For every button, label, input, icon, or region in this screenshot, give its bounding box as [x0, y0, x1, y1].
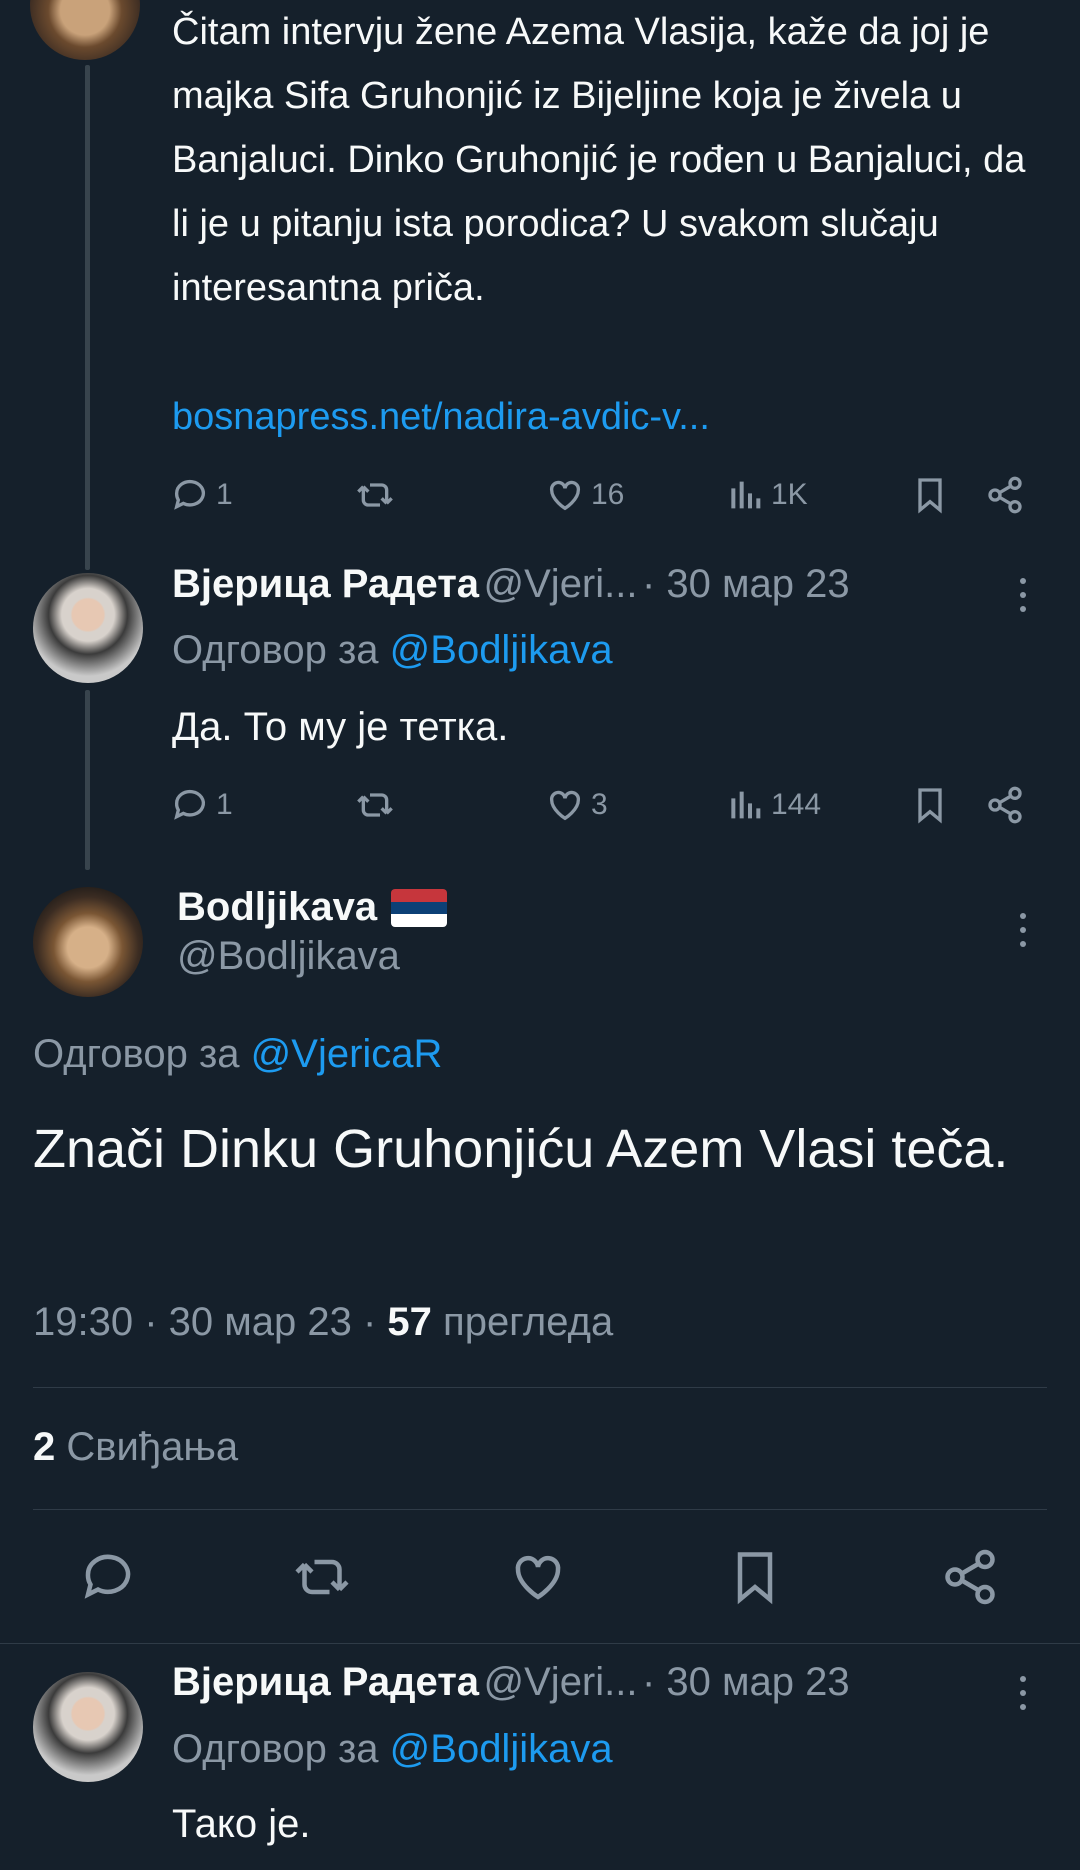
like-count: 3	[591, 788, 608, 821]
reply-prefix: Одговор за	[33, 1032, 240, 1076]
tweet-time[interactable]: 19:30 · 30 мар 23 ·	[33, 1300, 376, 1344]
retweet-icon	[357, 793, 393, 817]
avatar-vjerica[interactable]	[33, 1672, 143, 1782]
views-label: прегледа	[443, 1300, 614, 1344]
likes-summary[interactable]: 2 Свиђања	[33, 1425, 238, 1470]
reply-count: 1	[216, 788, 233, 821]
thread-line	[85, 65, 90, 570]
divider	[33, 1387, 1047, 1388]
author-block: Bodljikava @Bodljikava	[177, 885, 448, 979]
reply-prefix: Одговор за	[172, 1727, 379, 1771]
heart-icon	[549, 790, 581, 821]
more-options-button[interactable]	[1018, 578, 1028, 618]
reply-mention[interactable]: @VjericaR	[251, 1032, 443, 1076]
tweet-actions: 1 3 144	[170, 775, 1040, 835]
timestamp[interactable]: · 30 мар 23	[642, 562, 850, 606]
reply-mention[interactable]: @Bodljikava	[390, 1727, 613, 1771]
bookmark-button[interactable]	[725, 1547, 785, 1607]
handle[interactable]: @Vjeri...	[484, 1660, 638, 1704]
reply-button[interactable]: 1	[170, 775, 233, 835]
like-button[interactable]: 3	[545, 775, 608, 835]
reply-count: 1	[216, 478, 233, 511]
avatar-vjerica[interactable]	[33, 573, 143, 683]
reply-mention[interactable]: @Bodljikava	[390, 628, 613, 672]
retweet-button[interactable]	[355, 465, 395, 525]
bookmark-icon	[737, 1552, 773, 1605]
divider	[33, 1509, 1047, 1510]
reply-icon	[84, 1554, 131, 1599]
views-button[interactable]: 1K	[725, 465, 808, 525]
avatar-bodljikava-top[interactable]	[30, 0, 140, 60]
display-name[interactable]: Вјерица Радета	[172, 1660, 479, 1704]
views-count: 1K	[771, 478, 808, 511]
share-icon	[988, 476, 1022, 514]
retweet-button[interactable]	[292, 1547, 352, 1607]
reply-prefix: Одговор за	[172, 628, 379, 672]
likes-number: 2	[33, 1425, 56, 1469]
share-button[interactable]	[940, 1547, 1000, 1607]
views-button[interactable]: 144	[725, 775, 821, 835]
share-icon	[945, 1549, 995, 1605]
views-icon	[731, 791, 761, 819]
share-icon	[988, 786, 1022, 824]
tweet-actions: 1 16 1K	[170, 465, 1040, 525]
bookmark-icon	[918, 478, 942, 514]
like-button[interactable]	[508, 1547, 568, 1607]
views-icon	[731, 481, 761, 509]
bookmark-button[interactable]	[910, 465, 950, 525]
views-number: 57	[387, 1300, 432, 1344]
reply-context: Одговор за @Bodljikava	[172, 628, 613, 673]
bookmark-button[interactable]	[910, 775, 950, 835]
tweet-link[interactable]: bosnapress.net/nadira-avdic-v...	[172, 385, 710, 449]
display-name[interactable]: Вјерица Радета	[172, 562, 479, 606]
avatar-bodljikava[interactable]	[33, 887, 143, 997]
reply-icon	[174, 479, 205, 510]
reply-context: Одговор за @VjericaR	[33, 1032, 442, 1077]
tweet-meta: 19:30 · 30 мар 23 · 57 прегледа	[33, 1300, 613, 1345]
tweet-text: Да. То му је тетка.	[172, 705, 509, 749]
retweet-icon	[357, 483, 393, 507]
main-tweet-text: Znači Dinku Gruhonjiću Azem Vlasi teča.	[33, 1119, 1009, 1179]
tweet-text: Тако је.	[172, 1802, 311, 1846]
views-count: 144	[771, 788, 822, 821]
reply-context: Одговор за @Bodljikava	[172, 1727, 613, 1772]
serbia-flag-icon	[391, 888, 448, 927]
tweet-header: Вјерица Радета @Vjeri... · 30 мар 23	[172, 1660, 1052, 1720]
reply-icon	[174, 789, 205, 820]
like-button[interactable]: 16	[545, 465, 624, 525]
reply-button[interactable]	[78, 1547, 138, 1607]
retweet-button[interactable]	[355, 775, 395, 835]
tweet-text: Čitam intervju žene Azema Vlasija, kaže …	[172, 11, 1026, 309]
thread-line	[85, 690, 90, 870]
share-button[interactable]	[985, 775, 1025, 835]
tweet-header: Вјерица Радета @Vjeri... · 30 мар 23	[172, 562, 1052, 622]
timestamp[interactable]: · 30 мар 23	[642, 1660, 850, 1704]
heart-icon	[515, 1556, 561, 1600]
more-options-button[interactable]	[1018, 1676, 1028, 1716]
likes-label: Свиђања	[66, 1425, 239, 1469]
display-name[interactable]: Bodljikava	[177, 885, 377, 930]
reply-button[interactable]: 1	[170, 465, 233, 525]
handle[interactable]: @Vjeri...	[484, 562, 638, 606]
share-button[interactable]	[985, 465, 1025, 525]
like-count: 16	[591, 478, 625, 511]
handle[interactable]: @Bodljikava	[177, 934, 447, 979]
main-actions	[0, 1547, 1080, 1607]
heart-icon	[549, 480, 581, 511]
retweet-icon	[295, 1559, 349, 1595]
bookmark-icon	[918, 788, 942, 824]
more-options-button[interactable]	[1018, 913, 1028, 953]
divider	[0, 1643, 1080, 1644]
